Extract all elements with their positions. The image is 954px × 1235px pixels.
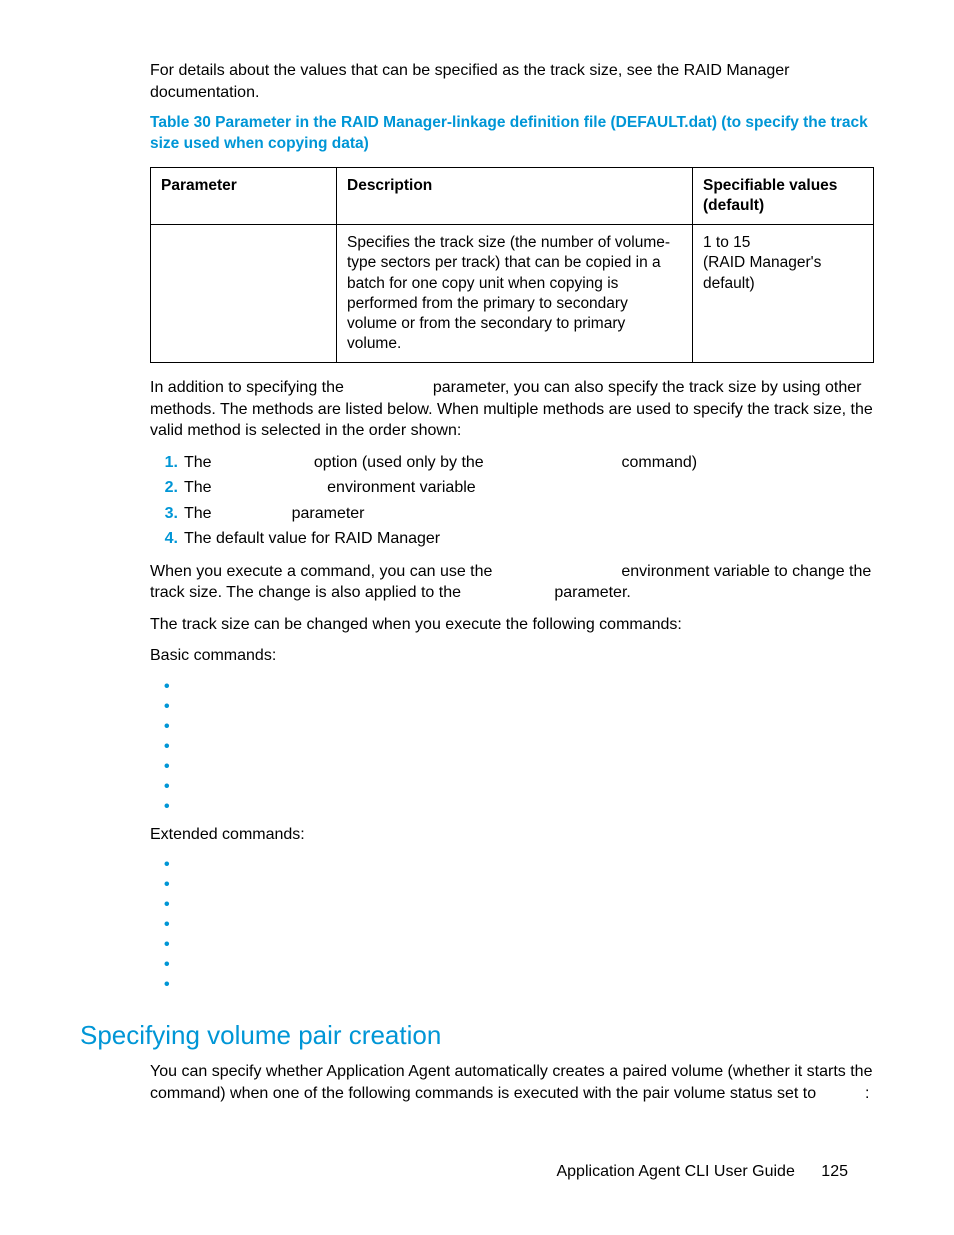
- list-item: [184, 915, 874, 932]
- extended-commands-label: Extended commands:: [150, 824, 874, 846]
- list-item: [184, 955, 874, 972]
- col-header-parameter: Parameter: [151, 168, 337, 225]
- page-footer: Application Agent CLI User Guide 125: [556, 1163, 848, 1181]
- list-item: [184, 975, 874, 992]
- list-item: [184, 875, 874, 892]
- cell-parameter: [151, 225, 337, 363]
- col-header-description: Description: [337, 168, 693, 225]
- section-heading: Specifying volume pair creation: [80, 1020, 874, 1051]
- table-caption: Table 30 Parameter in the RAID Manager-l…: [150, 113, 874, 155]
- list-item: The default value for RAID Manager: [184, 528, 874, 550]
- list-item: [184, 855, 874, 872]
- list-item: [184, 777, 874, 794]
- col-header-specifiable: Specifiable values (default): [693, 168, 874, 225]
- extended-commands-list: [150, 855, 874, 992]
- list-item: [184, 717, 874, 734]
- footer-title: Application Agent CLI User Guide: [556, 1163, 794, 1180]
- list-item: [184, 697, 874, 714]
- section-content: You can specify whether Application Agen…: [150, 1061, 874, 1104]
- list-item: The parameter: [184, 503, 874, 525]
- intro-paragraph: For details about the values that can be…: [150, 60, 874, 103]
- cell-description: Specifies the track size (the number of …: [337, 225, 693, 363]
- table-row: Specifies the track size (the number of …: [151, 225, 874, 363]
- list-item: [184, 677, 874, 694]
- table-header-row: Parameter Description Specifiable values…: [151, 168, 874, 225]
- list-item: [184, 797, 874, 814]
- cell-specifiable: 1 to 15 (RAID Manager's default): [693, 225, 874, 363]
- list-item: [184, 757, 874, 774]
- methods-ordered-list: The option (used only by the command) Th…: [150, 452, 874, 551]
- basic-commands-list: [150, 677, 874, 814]
- after-table-paragraph: In addition to specifying the parameter,…: [150, 377, 874, 442]
- basic-commands-label: Basic commands:: [150, 645, 874, 667]
- parameter-table: Parameter Description Specifiable values…: [150, 167, 874, 363]
- list-item: [184, 895, 874, 912]
- list-item: The environment variable: [184, 477, 874, 499]
- changed-when-paragraph: The track size can be changed when you e…: [150, 614, 874, 636]
- exec-paragraph: When you execute a command, you can use …: [150, 561, 874, 604]
- section-paragraph: You can specify whether Application Agen…: [150, 1061, 874, 1104]
- list-item: The option (used only by the command): [184, 452, 874, 474]
- list-item: [184, 737, 874, 754]
- page-number: 125: [821, 1163, 848, 1180]
- list-item: [184, 935, 874, 952]
- document-page: . For details about the values that can …: [0, 0, 954, 1235]
- main-content: For details about the values that can be…: [150, 60, 874, 992]
